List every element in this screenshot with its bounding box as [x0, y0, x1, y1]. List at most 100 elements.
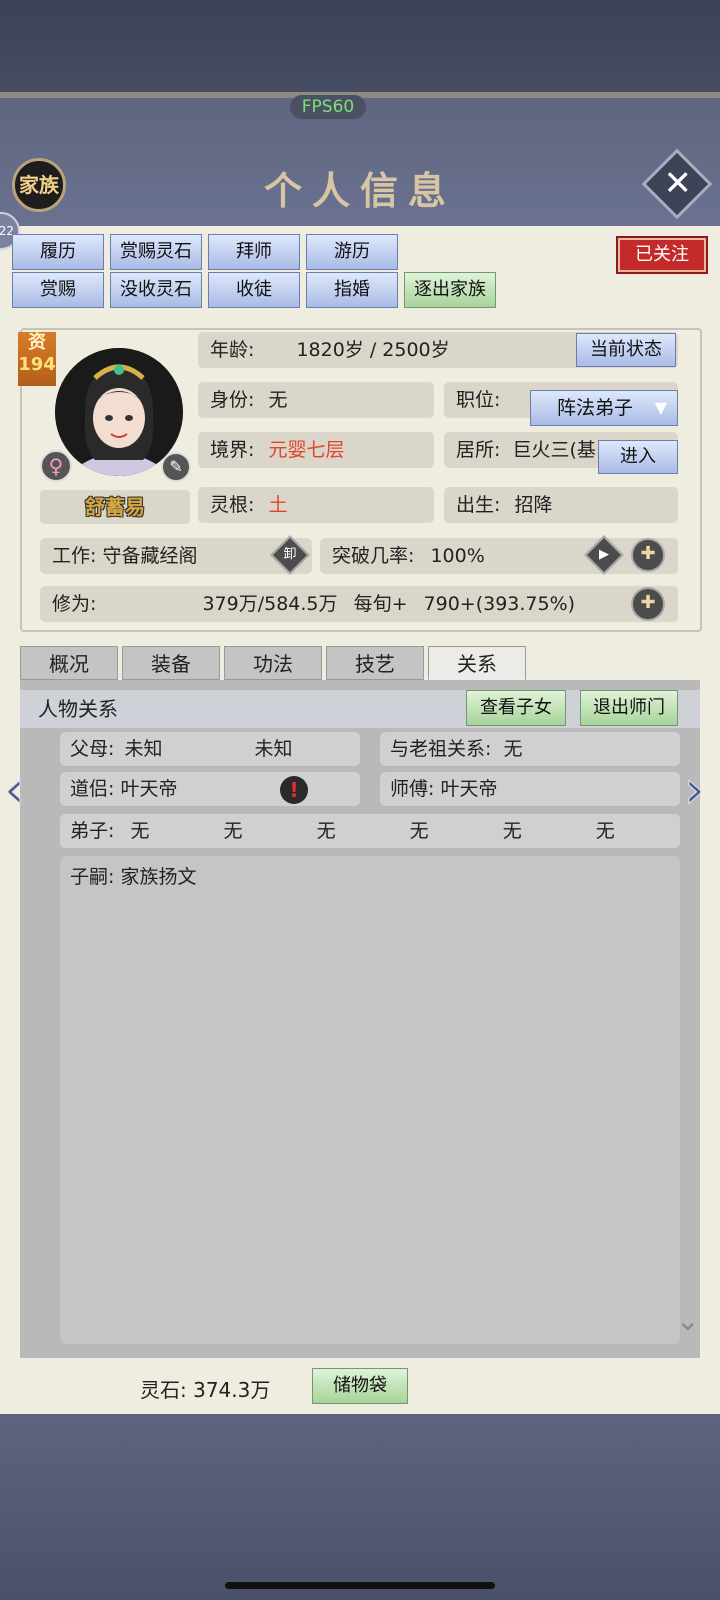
- parent1-value: 未知: [124, 738, 163, 760]
- spirit-stone-value: 374.3万: [193, 1378, 271, 1402]
- reward-stones-button[interactable]: 赏赐灵石: [110, 234, 202, 270]
- identity-field: 身份: 无: [198, 382, 434, 418]
- leave-master-button[interactable]: 退出师门: [580, 690, 678, 726]
- position-value: 阵法弟子: [557, 397, 634, 419]
- current-status-button[interactable]: 当前状态: [576, 333, 676, 367]
- aptitude-badge: 资 194: [18, 332, 56, 386]
- ancestor-field: 与老祖关系: 无: [380, 732, 680, 766]
- residence-value: 巨火三(基: [512, 439, 596, 461]
- take-master-button[interactable]: 拜师: [208, 234, 300, 270]
- breakthrough-field: 突破几率: 100%: [320, 538, 678, 574]
- breakthrough-plus-button[interactable]: ✚: [631, 538, 665, 572]
- position-label: 职位:: [456, 389, 501, 411]
- home-indicator[interactable]: [225, 1582, 495, 1589]
- tab-relations[interactable]: 关系: [428, 646, 526, 680]
- tab-skills[interactable]: 功法: [224, 646, 322, 680]
- accept-disciple-button[interactable]: 收徒: [208, 272, 300, 308]
- close-icon: ✕: [663, 163, 692, 204]
- disciple-5[interactable]: 无: [503, 820, 522, 842]
- scroll-down-icon[interactable]: ⌄: [676, 1304, 699, 1337]
- alert-icon[interactable]: !: [280, 776, 308, 804]
- realm-label: 境界:: [210, 439, 255, 461]
- birth-field: 出生: 招降: [444, 487, 678, 523]
- cultivation-field: 修为: 379万/584.5万 每旬+ 790+(393.75%): [40, 586, 678, 622]
- parents-field: 父母: 未知 未知: [60, 732, 360, 766]
- heirs-list: 子嗣: 家族扬文: [60, 856, 680, 1344]
- character-name[interactable]: 舒蓄易: [40, 490, 190, 524]
- unequip-icon: 卸: [283, 547, 297, 562]
- realm-value: 元婴七层: [268, 439, 345, 461]
- plus-icon: ✚: [640, 543, 656, 564]
- master-field: 师傅: 叶天帝: [380, 772, 680, 806]
- birth-value: 招降: [514, 494, 553, 516]
- parents-label: 父母:: [70, 738, 115, 760]
- disciple-4[interactable]: 无: [410, 820, 429, 842]
- ancestor-label: 与老祖关系:: [390, 738, 492, 760]
- view-children-button[interactable]: 查看子女: [466, 690, 566, 726]
- master-value: 叶天帝: [440, 778, 498, 800]
- partner-field: 道侣: 叶天帝: [60, 772, 360, 806]
- travel-button[interactable]: 游历: [306, 234, 398, 270]
- breakthrough-value: 100%: [430, 545, 485, 567]
- disciples-field: 弟子: 无 无 无 无 无 无: [60, 814, 680, 848]
- page-title: 个人信息: [263, 168, 456, 213]
- breakthrough-label: 突破几率:: [332, 545, 415, 567]
- play-icon: ▶: [599, 547, 609, 562]
- tab-crafts[interactable]: 技艺: [326, 646, 424, 680]
- ancestor-value: 无: [503, 738, 523, 760]
- enter-button[interactable]: 进入: [598, 440, 678, 474]
- next-character-arrow-icon[interactable]: ›: [684, 760, 706, 821]
- aptitude-label: 资: [28, 332, 46, 353]
- arrange-marriage-button[interactable]: 指婚: [306, 272, 398, 308]
- plus-icon: ✚: [640, 592, 656, 613]
- prev-character-arrow-icon[interactable]: ‹: [4, 760, 26, 821]
- age-label: 年龄:: [210, 339, 255, 361]
- expel-family-button[interactable]: 逐出家族: [404, 272, 496, 308]
- confiscate-stones-button[interactable]: 没收灵石: [110, 272, 202, 308]
- partner-value: 叶天帝: [120, 778, 178, 800]
- parent2-value: 未知: [254, 738, 293, 760]
- identity-label: 身份:: [210, 389, 255, 411]
- disciple-1[interactable]: 无: [130, 820, 149, 842]
- spirit-root-value: 土: [268, 494, 288, 516]
- cultivation-label: 修为:: [52, 593, 97, 615]
- per-turn-value: 790+(393.75%): [423, 593, 576, 615]
- partner-label: 道侣:: [70, 778, 115, 800]
- residence-label: 居所:: [456, 439, 501, 461]
- tab-overview[interactable]: 概况: [20, 646, 118, 680]
- realm-field: 境界: 元婴七层: [198, 432, 434, 468]
- disciple-6[interactable]: 无: [596, 820, 615, 842]
- age-value: 1820岁 / 2500岁: [296, 339, 450, 361]
- disciples-label: 弟子:: [70, 820, 115, 842]
- aptitude-value: 194: [18, 354, 56, 375]
- spirit-root-field: 灵根: 土: [198, 487, 434, 523]
- spirit-root-label: 灵根:: [210, 494, 255, 516]
- position-dropdown[interactable]: 阵法弟子 ▼: [530, 390, 678, 426]
- spirit-stone-display: 灵石: 374.3万: [140, 1374, 270, 1403]
- birth-label: 出生:: [456, 494, 501, 516]
- family-button[interactable]: 家族: [12, 158, 66, 212]
- dropdown-arrow-icon: ▼: [654, 398, 667, 417]
- disciple-2[interactable]: 无: [224, 820, 243, 842]
- female-icon: ♀: [40, 450, 72, 482]
- bottom-background: [0, 1414, 720, 1600]
- work-value: 守备藏经阁: [102, 545, 198, 567]
- per-turn-label: 每旬+: [353, 593, 408, 615]
- master-label: 师傅:: [390, 778, 435, 800]
- top-background: [0, 0, 720, 96]
- tab-equipment[interactable]: 装备: [122, 646, 220, 680]
- identity-value: 无: [268, 389, 288, 411]
- spirit-stone-label: 灵石:: [140, 1378, 187, 1402]
- fps-counter: FPS60: [290, 95, 366, 119]
- storage-bag-button[interactable]: 储物袋: [312, 1368, 408, 1404]
- history-button[interactable]: 履历: [12, 234, 104, 270]
- cultivation-plus-button[interactable]: ✚: [631, 587, 665, 621]
- edit-brush-icon[interactable]: ✎: [161, 452, 191, 482]
- disciple-3[interactable]: 无: [317, 820, 336, 842]
- heir-item[interactable]: 家族扬文: [120, 866, 196, 888]
- work-label: 工作:: [52, 545, 97, 567]
- cultivation-value: 379万/584.5万: [202, 593, 338, 615]
- reward-button[interactable]: 赏赐: [12, 272, 104, 308]
- heirs-label: 子嗣:: [70, 866, 115, 888]
- followed-button[interactable]: 已关注: [618, 238, 706, 272]
